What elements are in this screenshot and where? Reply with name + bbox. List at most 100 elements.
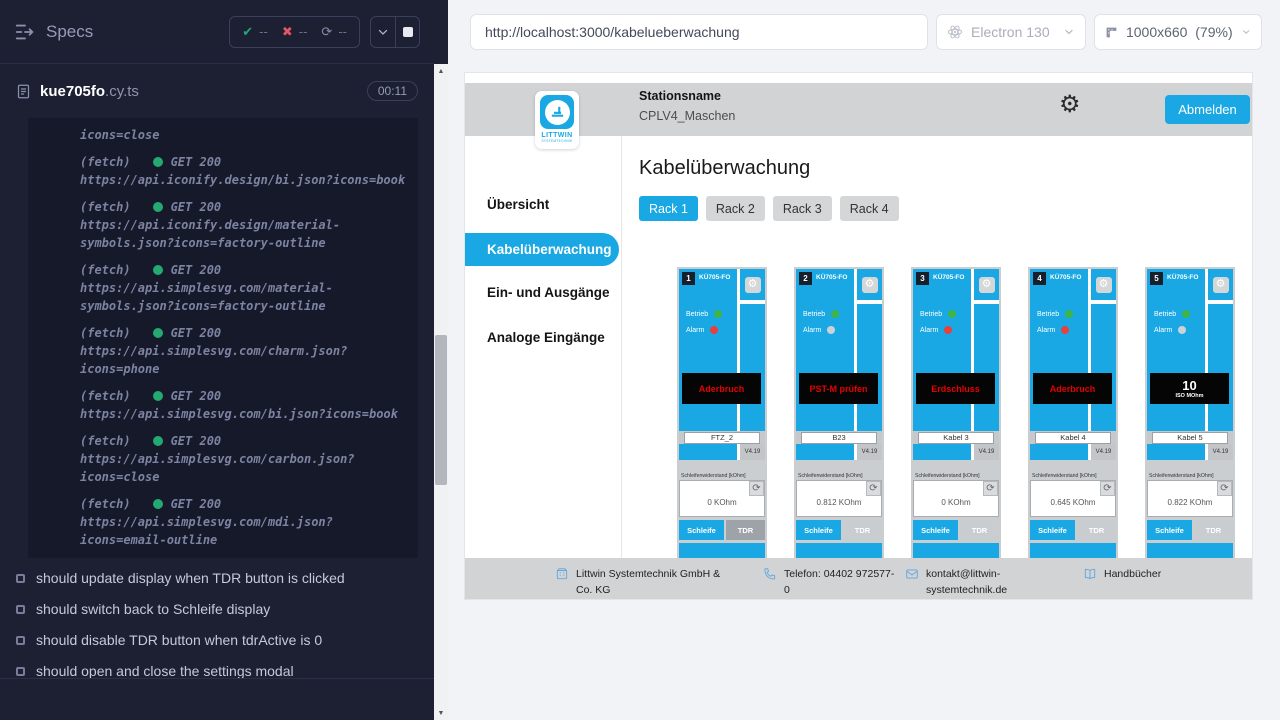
divider	[0, 678, 434, 679]
tab-rack-3[interactable]: Rack 3	[773, 196, 832, 221]
card-model: KÜ705-FO	[933, 274, 964, 281]
card-settings-gear-icon[interactable]: ⚙	[745, 277, 761, 293]
card-settings-gear-icon[interactable]: ⚙	[1096, 277, 1112, 293]
alarm-led	[944, 326, 952, 334]
card-settings-gear-icon[interactable]: ⚙	[1213, 277, 1229, 293]
running-icon: ⟳	[321, 24, 332, 40]
log-entry[interactable]: icons=close	[80, 126, 408, 144]
collapse-button[interactable]	[371, 17, 395, 47]
device-card-4: 4 KÜ705-FO Betrieb Alarm ⚙	[1028, 267, 1118, 561]
specs-toggle-icon[interactable]	[14, 21, 36, 43]
footer-email[interactable]: kontakt@littwin-systemtechnik.de	[905, 566, 1033, 599]
tdr-button[interactable]: TDR	[843, 520, 882, 540]
measurement-value: 0.812 KOhm	[817, 498, 862, 507]
pending-test-icon	[16, 636, 25, 645]
measurement-label: Schleifenwiderstand [kOhm]	[679, 471, 765, 480]
runner-scrollbar[interactable]: ▲ ▼	[434, 64, 448, 720]
log-entry[interactable]: (fetch)GET 200 https://api.simplesvg.com…	[80, 261, 408, 315]
pending-tests-list: should update display when TDR button is…	[0, 566, 434, 690]
spec-file-row[interactable]: kue705fo.cy.ts 00:11	[0, 64, 434, 118]
url-input[interactable]	[470, 14, 928, 50]
measurement-value: 0 KOhm	[941, 498, 970, 507]
status-dot-icon	[153, 202, 163, 212]
footer-phone: Telefon: 04402 972577-0	[763, 566, 895, 599]
log-entry[interactable]: (fetch)GET 200 https://api.simplesvg.com…	[80, 495, 408, 549]
card-model: KÜ705-FO	[816, 274, 847, 281]
betrieb-led	[714, 310, 722, 318]
tdr-button[interactable]: TDR	[1194, 520, 1233, 540]
test-item[interactable]: should update display when TDR button is…	[0, 566, 434, 590]
test-item[interactable]: should disable TDR button when tdrActive…	[0, 628, 434, 652]
measurement-display: ⟳ 0.645 KOhm	[1030, 480, 1116, 517]
schleife-button[interactable]: Schleife	[1030, 520, 1075, 540]
refresh-icon[interactable]: ⟳	[983, 481, 998, 496]
scroll-up-icon[interactable]: ▲	[434, 64, 448, 78]
stop-button[interactable]	[395, 17, 419, 47]
tdr-button[interactable]: TDR	[726, 520, 765, 540]
test-item[interactable]: should switch back to Schleife display	[0, 597, 434, 621]
stat-failed: ✖--	[282, 24, 308, 40]
device-card-5: 5 KÜ705-FO Betrieb Alarm ⚙	[1145, 267, 1235, 561]
logout-button[interactable]: Abmelden	[1165, 95, 1250, 124]
card-settings-gear-icon[interactable]: ⚙	[862, 277, 878, 293]
measurement-display: ⟳ 0 KOhm	[913, 480, 999, 517]
scrollbar-thumb[interactable]	[435, 335, 447, 485]
test-item[interactable]: should open and close the settings modal	[0, 659, 434, 683]
runner-header: Specs ✔-- ✖-- ⟳--	[0, 0, 434, 64]
footer-manuals[interactable]: Handbücher	[1083, 566, 1213, 582]
measurement-display: ⟳ 0 KOhm	[679, 480, 765, 517]
browser-select[interactable]: Electron 130	[936, 14, 1086, 50]
schleife-button[interactable]: Schleife	[1147, 520, 1192, 540]
building-icon	[555, 567, 569, 581]
measurement-value: 0.645 KOhm	[1051, 498, 1096, 507]
device-card-1: 1 KÜ705-FO Betrieb Alarm ⚙	[677, 267, 767, 561]
tab-rack-2[interactable]: Rack 2	[706, 196, 765, 221]
sidebar-item-kabelueberwachung[interactable]: Kabelüberwachung	[465, 233, 619, 266]
log-entry[interactable]: (fetch)GET 200 https://api.simplesvg.com…	[80, 432, 408, 486]
logo-app-icon	[540, 95, 574, 129]
cable-name: B23	[801, 432, 877, 444]
measurement-value: 0 KOhm	[707, 498, 736, 507]
measurement-display: ⟳ 0.822 KOhm	[1147, 480, 1233, 517]
sidebar-item-analoge-eingaenge[interactable]: Analoge Eingänge	[487, 330, 605, 345]
tab-rack-4[interactable]: Rack 4	[840, 196, 899, 221]
log-entry[interactable]: (fetch)GET 200 https://api.simplesvg.com…	[80, 387, 408, 423]
log-entry[interactable]: (fetch)GET 200 https://api.simplesvg.com…	[80, 324, 408, 378]
card-model: KÜ705-FO	[1167, 274, 1198, 281]
sidebar-item-ein-und-ausgaenge[interactable]: Ein- und Ausgänge	[487, 285, 610, 300]
sidebar-separator	[621, 136, 622, 558]
status-dot-icon	[153, 391, 163, 401]
refresh-icon[interactable]: ⟳	[749, 481, 764, 496]
card-number: 2	[799, 272, 812, 285]
measurement-value: 0.822 KOhm	[1168, 498, 1213, 507]
tab-rack-1[interactable]: Rack 1	[639, 196, 698, 221]
firmware-version: V4.19	[1091, 444, 1116, 460]
status-display: Aderbruch	[682, 373, 761, 404]
cross-icon: ✖	[282, 24, 293, 40]
schleife-button[interactable]: Schleife	[679, 520, 724, 540]
card-number: 5	[1150, 272, 1163, 285]
schleife-button[interactable]: Schleife	[913, 520, 958, 540]
refresh-icon[interactable]: ⟳	[1217, 481, 1232, 496]
log-entry[interactable]: (fetch)GET 200 https://api.iconify.desig…	[80, 198, 408, 252]
sidebar-item-uebersicht[interactable]: Übersicht	[487, 197, 549, 212]
refresh-icon[interactable]: ⟳	[866, 481, 881, 496]
log-entry[interactable]: (fetch)GET 200 https://api.iconify.desig…	[80, 153, 408, 189]
device-card-2: 2 KÜ705-FO Betrieb Alarm ⚙	[794, 267, 884, 561]
betrieb-led	[948, 310, 956, 318]
tdr-button[interactable]: TDR	[1077, 520, 1116, 540]
viewport-size-select[interactable]: 1000x660 (79%)	[1094, 14, 1262, 50]
schleife-button[interactable]: Schleife	[796, 520, 841, 540]
scroll-down-icon[interactable]: ▼	[434, 706, 448, 720]
alarm-led	[1061, 326, 1069, 334]
station-name: CPLV4_Maschen	[639, 109, 735, 123]
screenshot-root: Specs ✔-- ✖-- ⟳-- kue705fo.cy.ts 00:11 i…	[0, 0, 1280, 720]
betrieb-led	[1182, 310, 1190, 318]
tdr-button[interactable]: TDR	[960, 520, 999, 540]
cable-name: Kabel 5	[1152, 432, 1228, 444]
refresh-icon[interactable]: ⟳	[1100, 481, 1115, 496]
settings-gear-icon[interactable]: ⚙	[1059, 93, 1081, 117]
spec-file-name: kue705fo.cy.ts	[40, 83, 139, 100]
measurement-label: Schleifenwiderstand [kOhm]	[1030, 471, 1116, 480]
card-settings-gear-icon[interactable]: ⚙	[979, 277, 995, 293]
